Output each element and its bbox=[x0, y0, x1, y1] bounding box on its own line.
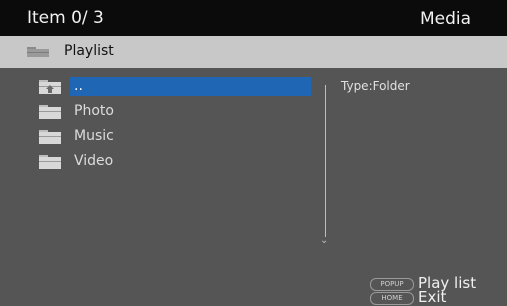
list-item-music[interactable]: Music bbox=[39, 126, 311, 148]
current-path-label: Playlist bbox=[64, 43, 114, 59]
list-item-label: Photo bbox=[74, 103, 114, 119]
list-item-label: .. bbox=[74, 78, 83, 94]
hint-action-label: Exit bbox=[418, 288, 447, 306]
item-counter: Item 0/ 3 bbox=[27, 8, 104, 28]
popup-key-icon: POPUP bbox=[370, 278, 414, 291]
folder-icon bbox=[27, 47, 49, 57]
mode-title: Media bbox=[419, 9, 471, 29]
folder-icon bbox=[39, 155, 61, 169]
path-bar: Playlist bbox=[0, 36, 507, 68]
folder-up-icon bbox=[39, 80, 61, 94]
home-key-icon: HOME bbox=[370, 292, 414, 305]
list-item-video[interactable]: Video bbox=[39, 151, 311, 173]
folder-icon bbox=[39, 130, 61, 144]
scroll-down-icon[interactable]: ⌄ bbox=[320, 236, 328, 246]
button-hints: POPUP Play list HOME Exit bbox=[370, 274, 507, 306]
list-item-label: Video bbox=[74, 153, 114, 169]
list-item-parent-folder[interactable]: .. bbox=[39, 76, 311, 98]
header-bar: Item 0/ 3 Media bbox=[0, 0, 507, 37]
media-browser-screen: Item 0/ 3 Media Playlist .. Photo Music … bbox=[0, 0, 507, 306]
list-item-photo[interactable]: Photo bbox=[39, 101, 311, 123]
folder-icon bbox=[39, 105, 61, 119]
file-list: .. Photo Music Video bbox=[0, 76, 320, 256]
selection-highlight bbox=[70, 77, 311, 96]
item-info-panel: Type:Folder bbox=[341, 79, 410, 93]
list-item-label: Music bbox=[74, 128, 114, 144]
scroll-track[interactable] bbox=[325, 85, 326, 237]
item-type-text: Type:Folder bbox=[341, 79, 410, 93]
